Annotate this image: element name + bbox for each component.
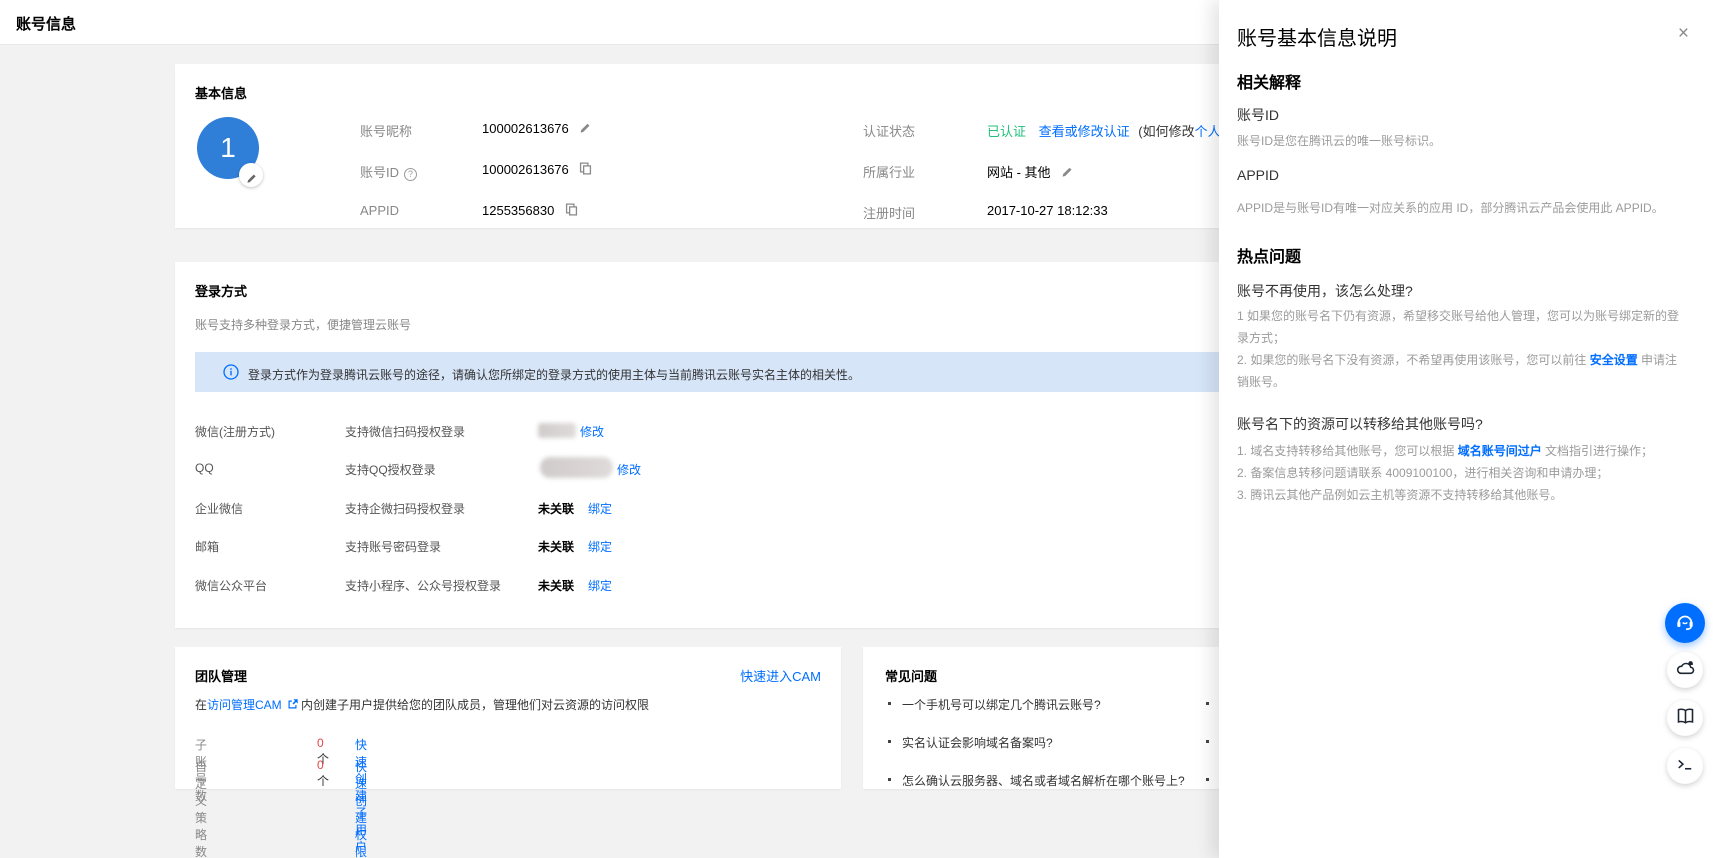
account-id-heading: 账号ID — [1237, 105, 1279, 125]
appid-label: APPID — [360, 203, 399, 218]
bullet-icon — [888, 702, 891, 705]
bullet-icon — [1206, 778, 1209, 781]
panel-title: 账号基本信息说明 — [1237, 22, 1397, 51]
question-1-answer: 1 如果您的账号名下仍有资源，希望移交账号给他人管理，您可以为账号绑定新的登录方… — [1237, 305, 1687, 393]
auth-modify-link[interactable]: 查看或修改认证 — [1039, 124, 1130, 139]
copy-icon[interactable] — [579, 162, 592, 178]
login-methods-subtitle: 账号支持多种登录方式，便捷管理云账号 — [195, 316, 411, 333]
question-2-answer: 1. 域名支持转移给其他账号，您可以根据 域名账号间过户 文档指引进行操作； 2… — [1237, 440, 1687, 506]
industry-label: 所属行业 — [863, 162, 915, 181]
masked-value — [540, 457, 613, 478]
basic-info-title: 基本信息 — [195, 83, 247, 102]
console-fab[interactable] — [1667, 748, 1703, 784]
bullet-icon — [888, 740, 891, 743]
close-icon[interactable]: × — [1678, 24, 1689, 43]
help-icon[interactable]: ? — [404, 168, 417, 181]
account-id-label: 账号ID? — [360, 162, 417, 181]
support-fab[interactable] — [1665, 603, 1705, 643]
auth-status-badge: 已认证 — [987, 124, 1026, 139]
modify-link[interactable]: 修改 — [580, 423, 604, 440]
page-title: 账号信息 — [16, 13, 76, 34]
policy-count: 0 个 — [317, 758, 329, 789]
pencil-icon — [246, 159, 257, 191]
industry-value: 网站 - 其他 — [987, 162, 1073, 181]
edit-industry-icon[interactable] — [1061, 166, 1073, 181]
appid-value: 1255356830 — [482, 203, 578, 219]
console-icon — [1675, 755, 1695, 778]
login-info-banner-text: 登录方式作为登录腾讯云账号的途径，请确认您所绑定的登录方式的使用主体与当前腾讯云… — [248, 366, 860, 383]
account-id-value: 100002613676 — [482, 162, 592, 178]
notifications-fab[interactable] — [1667, 652, 1703, 688]
team-description: 在访问管理CAM 内创建子用户提供给您的团队成员，管理他们对云资源的访问权限 — [195, 696, 649, 713]
login-methods-title: 登录方式 — [195, 281, 247, 300]
enter-cam-link[interactable]: 快速进入CAM — [740, 666, 821, 685]
cloud-bell-icon — [1675, 658, 1696, 682]
create-policy-link[interactable]: 快速创建权限策略 — [355, 758, 367, 858]
auth-hint-text: (如何修改 — [1138, 124, 1194, 139]
account-info-page: 账号信息 基本信息 1 账号昵称 100002613676 账号ID? — [0, 0, 1713, 858]
bullet-icon — [1206, 740, 1209, 743]
policy-label: 自定义策略数 — [195, 758, 207, 858]
book-icon — [1675, 706, 1696, 730]
faq-item[interactable]: 实名认证会影响域名备案吗? — [888, 734, 1053, 751]
headset-icon — [1674, 611, 1696, 636]
info-panel: 账号基本信息说明 × 相关解释 账号ID 账号ID是您在腾讯云的唯一账号标识。 … — [1219, 0, 1713, 858]
related-explanation-heading: 相关解释 — [1237, 69, 1301, 93]
status-unlinked: 未关联 — [538, 577, 574, 594]
team-management-card: 团队管理 快速进入CAM 在访问管理CAM 内创建子用户提供给您的团队成员，管理… — [175, 647, 841, 789]
hot-issues-heading: 热点问题 — [1237, 243, 1301, 267]
edit-nickname-icon[interactable] — [579, 122, 591, 137]
bind-link[interactable]: 绑定 — [588, 538, 612, 555]
info-icon — [223, 364, 239, 383]
bind-link[interactable]: 绑定 — [588, 500, 612, 517]
avatar-edit-button[interactable] — [239, 163, 263, 187]
register-time-value: 2017-10-27 18:12:33 — [987, 203, 1108, 218]
question-1-heading: 账号不再使用，该怎么处理? — [1237, 281, 1413, 301]
account-id-description: 账号ID是您在腾讯云的唯一账号标识。 — [1237, 130, 1687, 152]
auth-status-value: 已认证 查看或修改认证 (如何修改个人/企 — [987, 121, 1237, 140]
appid-description: APPID是与账号ID有唯一对应关系的应用 ID，部分腾讯云产品会使用此 APP… — [1237, 197, 1687, 219]
security-settings-link[interactable]: 安全设置 — [1590, 353, 1638, 367]
domain-transfer-link[interactable]: 域名账号间过户 — [1458, 444, 1542, 458]
faq-item[interactable]: 一个手机号可以绑定几个腾讯云账号? — [888, 696, 1101, 713]
modify-link[interactable]: 修改 — [617, 461, 641, 478]
masked-value — [538, 423, 576, 438]
bullet-icon — [1206, 702, 1209, 705]
external-link-icon — [287, 698, 299, 713]
appid-heading: APPID — [1237, 167, 1279, 183]
documentation-fab[interactable] — [1667, 700, 1703, 736]
auth-status-label: 认证状态 — [863, 121, 915, 140]
bind-link[interactable]: 绑定 — [588, 577, 612, 594]
nickname-value: 100002613676 — [482, 121, 591, 137]
nickname-label: 账号昵称 — [360, 121, 412, 140]
bullet-icon — [888, 778, 891, 781]
register-time-label: 注册时间 — [863, 203, 915, 222]
question-2-heading: 账号名下的资源可以转移给其他账号吗? — [1237, 414, 1483, 434]
faq-title: 常见问题 — [885, 666, 937, 685]
cam-link[interactable]: 访问管理CAM — [207, 698, 282, 712]
status-unlinked: 未关联 — [538, 500, 574, 517]
avatar-initial: 1 — [220, 132, 236, 164]
team-management-title: 团队管理 — [195, 666, 247, 685]
copy-icon[interactable] — [565, 203, 578, 219]
avatar[interactable]: 1 — [197, 117, 259, 179]
status-unlinked: 未关联 — [538, 538, 574, 555]
faq-item[interactable]: 怎么确认云服务器、域名或者域名解析在哪个账号上? — [888, 772, 1185, 789]
